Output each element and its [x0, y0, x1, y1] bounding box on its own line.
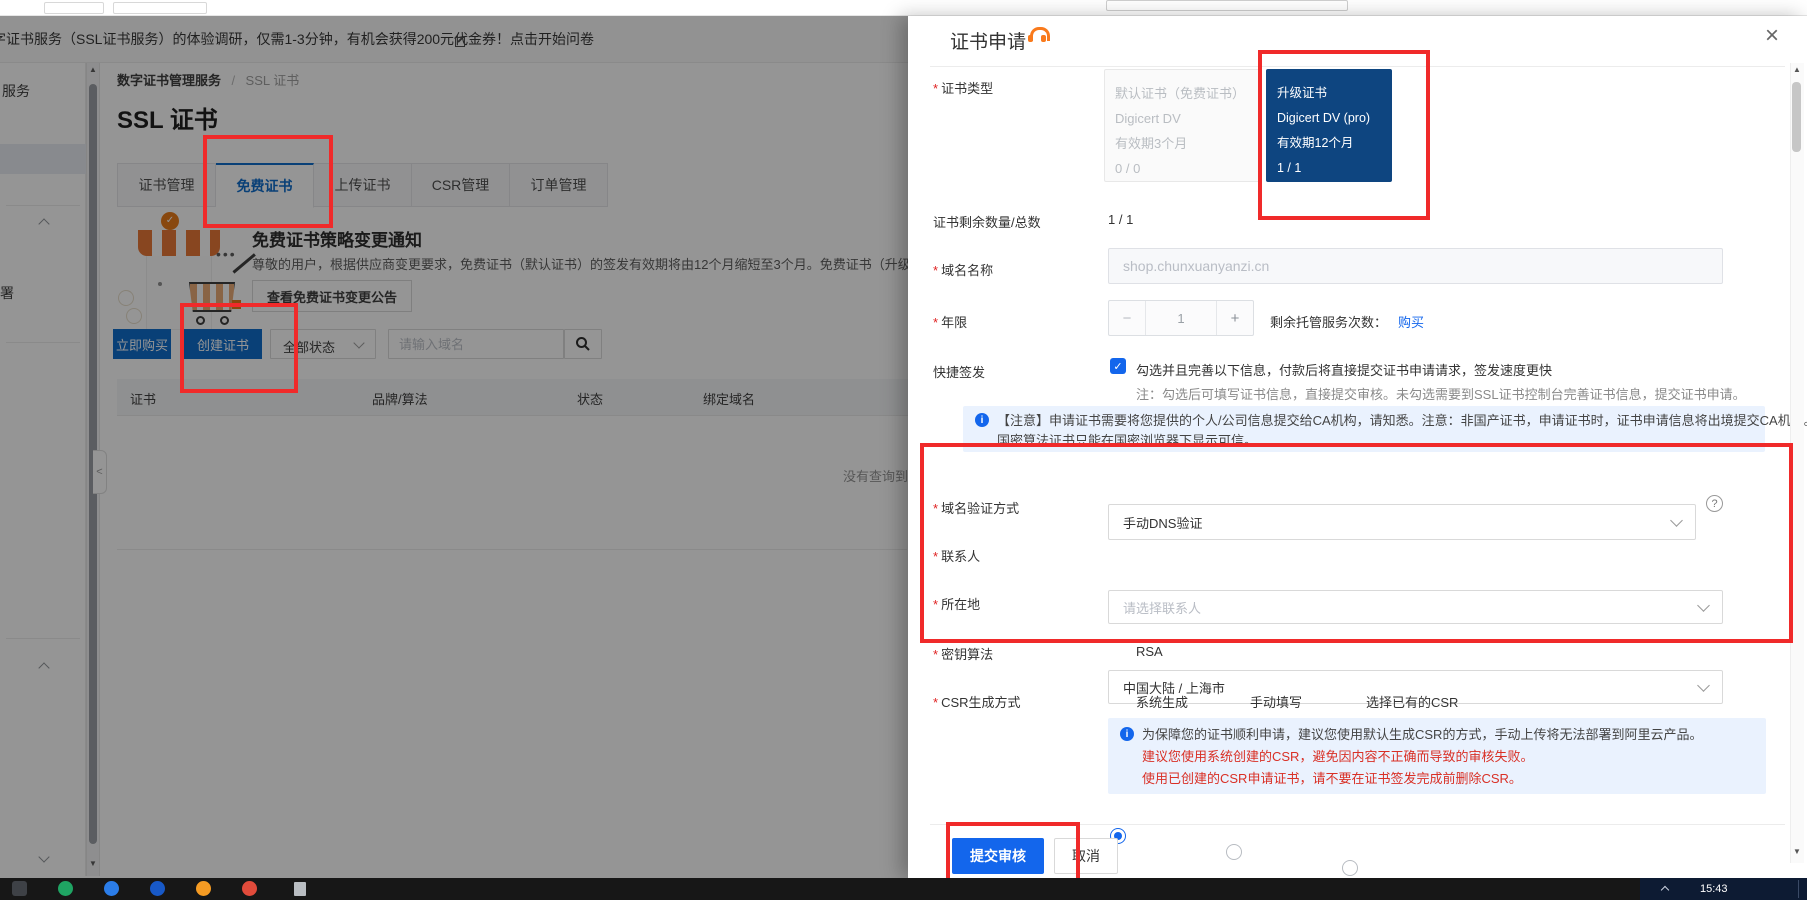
card-brand: Digicert DV (pro): [1277, 106, 1381, 131]
ca-notice-box: i 【注意】申请证书需要将您提供的个人/公司信息提交给CA机构，请知悉。注意：非…: [963, 406, 1765, 452]
info-icon: i: [1120, 727, 1134, 741]
card-validity: 有效期3个月: [1115, 131, 1249, 156]
csr-notice-line1: 为保障您的证书顺利申请，建议您使用默认生成CSR的方式，手动上传将无法部署到阿里…: [1142, 724, 1702, 743]
radio-csr-manual-label[interactable]: 手动填写: [1250, 692, 1302, 711]
drawer-title: 证书申请: [950, 27, 1026, 54]
drawer-footer-divider: [930, 824, 1785, 825]
csr-notice-line2: 建议您使用系统创建的CSR，避免因内容不正确而导致的审核失败。: [1142, 746, 1533, 765]
taskbar-app-icon[interactable]: [12, 881, 27, 896]
help-icon[interactable]: ?: [1706, 495, 1723, 512]
drawer-scrollbar-thumb[interactable]: [1792, 82, 1801, 152]
taskbar-app-icon[interactable]: [104, 881, 119, 896]
radio-csr-system-label[interactable]: 系统生成: [1136, 692, 1188, 711]
field-label-quick-issue: 快捷签发: [933, 362, 985, 381]
field-label-remaining: 证书剩余数量/总数: [933, 212, 1041, 231]
taskbar-file-icon[interactable]: [294, 882, 306, 896]
browser-tab-stub[interactable]: [44, 2, 104, 14]
taskbar-app-icon[interactable]: [242, 881, 257, 896]
taskbar-app-icon[interactable]: [58, 881, 73, 896]
scroll-up-arrow-icon[interactable]: ▲: [1793, 66, 1801, 74]
remaining-value: 1 / 1: [1108, 212, 1133, 227]
field-label-cert-type: *证书类型: [933, 78, 993, 97]
quick-issue-checkbox[interactable]: ✓: [1110, 358, 1126, 374]
field-label-location: *所在地: [933, 594, 980, 613]
hosting-remaining-label: 剩余托管服务次数：: [1270, 312, 1387, 331]
card-validity: 有效期12个月: [1277, 131, 1381, 156]
tray-chevron-up-icon[interactable]: [1661, 886, 1669, 894]
field-label-years: *年限: [933, 312, 967, 331]
radio-csr-existing[interactable]: [1342, 860, 1358, 876]
chevron-down-icon: [1670, 514, 1683, 527]
cert-type-card-default[interactable]: 默认证书（免费证书） Digicert DV 有效期3个月 0 / 0: [1104, 69, 1260, 182]
submit-review-button[interactable]: 提交审核: [952, 838, 1044, 874]
chevron-down-icon: [1697, 679, 1710, 692]
radio-csr-manual[interactable]: [1226, 844, 1242, 860]
field-label-domain: *域名名称: [933, 260, 993, 279]
card-brand: Digicert DV: [1115, 106, 1249, 131]
info-icon: i: [975, 413, 989, 427]
taskbar: 15:43: [0, 878, 1807, 900]
card-name: 升级证书: [1277, 81, 1381, 106]
quick-issue-note: 注：勾选后可填写证书信息，直接提交审核。未勾选需要到SSL证书控制台完善证书信息…: [1136, 384, 1746, 403]
cancel-button[interactable]: 取消: [1054, 838, 1118, 874]
contact-select[interactable]: 请选择联系人: [1108, 590, 1723, 624]
card-quota: 1 / 1: [1277, 156, 1381, 181]
field-label-csr: *CSR生成方式: [933, 692, 1021, 711]
years-value: 1: [1145, 301, 1217, 335]
stepper-plus-button[interactable]: +: [1217, 301, 1253, 335]
field-label-dcv: *域名验证方式: [933, 498, 1019, 517]
taskbar-clock[interactable]: 15:43: [1700, 878, 1728, 900]
cert-type-card-upgrade[interactable]: 升级证书 Digicert DV (pro) 有效期12个月 1 / 1: [1266, 69, 1392, 182]
chevron-down-icon: [1697, 599, 1710, 612]
taskbar-tray: 15:43: [1640, 878, 1807, 900]
domain-name-value: shop.chunxuanyanzi.cn: [1123, 258, 1269, 274]
contact-placeholder: 请选择联系人: [1123, 598, 1201, 617]
field-label-key-algo: *密钥算法: [933, 644, 993, 663]
browser-tab-stub[interactable]: [113, 2, 207, 14]
field-label-contact: *联系人: [933, 546, 980, 565]
app: 字证书服务（SSL证书服务）的体验调研，仅需1-3分钟，有机会获得200元代金券…: [0, 0, 1807, 900]
show-desktop-divider[interactable]: [1798, 880, 1799, 898]
ca-notice-line1: 【注意】申请证书需要将您提供的个人/公司信息提交给CA机构，请知悉。注意：非国产…: [997, 410, 1807, 429]
domain-name-input[interactable]: shop.chunxuanyanzi.cn: [1108, 248, 1723, 284]
close-icon[interactable]: ×: [1765, 26, 1779, 46]
hosting-buy-link[interactable]: 购买: [1398, 312, 1424, 331]
drawer-scrollbar[interactable]: [1790, 63, 1804, 863]
taskbar-app-icon[interactable]: [150, 881, 165, 896]
years-stepper: − 1 +: [1108, 300, 1254, 336]
quick-issue-text: 勾选并且完善以下信息，付款后将直接提交证书申请请求，签发速度更快: [1136, 360, 1552, 379]
radio-csr-existing-label[interactable]: 选择已有的CSR: [1366, 692, 1458, 711]
headset-support-icon[interactable]: [1028, 26, 1050, 44]
scroll-down-arrow-icon[interactable]: ▼: [1793, 848, 1801, 856]
browser-chrome-strip: [0, 0, 1807, 16]
ca-notice-line2: 国密算法证书只能在国密浏览器下显示可信。: [997, 430, 1257, 449]
radio-rsa-label[interactable]: RSA: [1136, 644, 1163, 659]
stepper-minus-button[interactable]: −: [1109, 301, 1145, 335]
drawer-header-divider: [930, 66, 1785, 67]
dcv-method-select[interactable]: 手动DNS验证: [1108, 504, 1696, 540]
csr-notice-line3: 使用已创建的CSR申请证书，请不要在证书签发完成前删除CSR。: [1142, 768, 1522, 787]
browser-popup-stub: [1106, 0, 1348, 11]
taskbar-app-icon[interactable]: [196, 881, 211, 896]
card-quota: 0 / 0: [1115, 156, 1249, 181]
card-name: 默认证书（免费证书）: [1115, 81, 1249, 106]
csr-notice-box: i 为保障您的证书顺利申请，建议您使用默认生成CSR的方式，手动上传将无法部署到…: [1108, 718, 1766, 794]
dcv-method-value: 手动DNS验证: [1123, 513, 1202, 532]
modal-dim-overlay: [0, 16, 908, 878]
